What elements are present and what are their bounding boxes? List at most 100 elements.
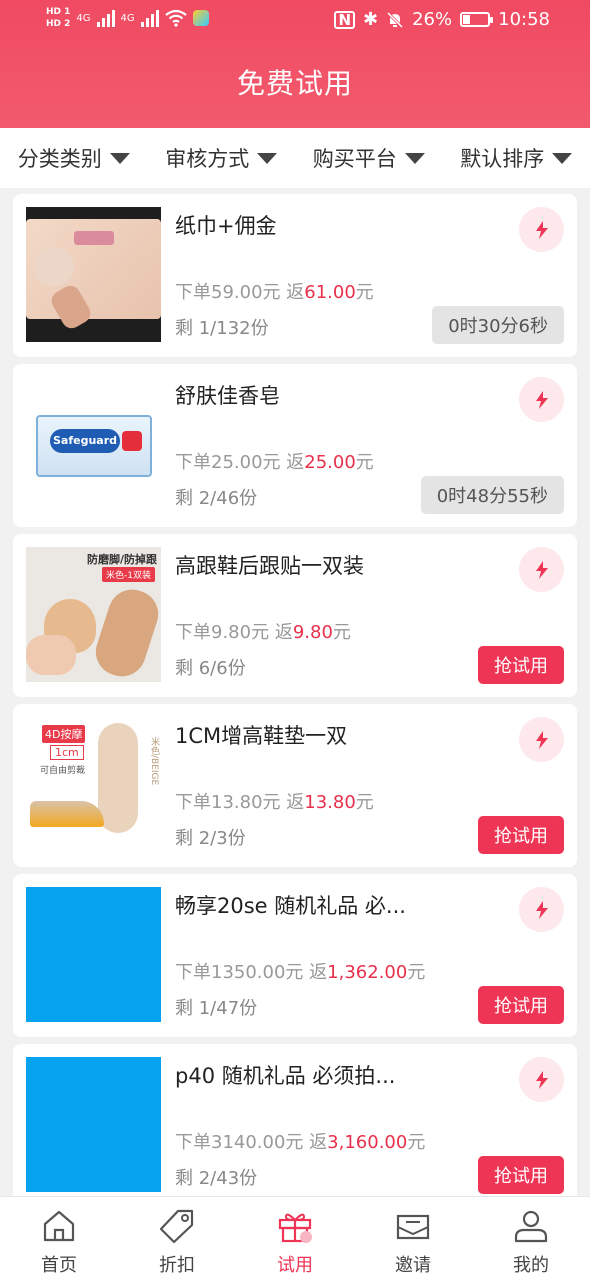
user-icon	[514, 1210, 548, 1243]
price-line: 下单9.80元 返9.80元	[175, 618, 351, 644]
rebate-label: 返	[286, 792, 305, 813]
product-card[interactable]: 纸巾+佣金 下单59.00元 返61.00元 剩 1/132份 0时30分6秒	[13, 194, 577, 357]
soap-brand: Safeguard	[50, 429, 120, 453]
product-image-soap: Safeguard	[26, 377, 161, 512]
signal-icon	[96, 9, 115, 27]
flash-icon[interactable]	[519, 1057, 564, 1102]
insole-size: 1cm	[50, 745, 84, 760]
rebate-unit: 元	[355, 282, 374, 303]
nav-invite[interactable]: 邀请	[354, 1197, 472, 1278]
rebate-value: 1,362.00	[327, 962, 408, 983]
grab-trial-button[interactable]: 抢试用	[478, 1156, 564, 1194]
order-price: 13.80元	[211, 792, 281, 813]
rebate-unit: 元	[355, 452, 374, 473]
product-image-tissue	[26, 207, 161, 342]
product-card[interactable]: 防磨脚/防掉跟 米色-1双装 高跟鞋后跟贴一双装 下单9.80元 返9.80元 …	[13, 534, 577, 697]
grab-trial-button[interactable]: 抢试用	[478, 986, 564, 1024]
filter-sort[interactable]: 默认排序	[443, 143, 590, 173]
home-icon	[43, 1210, 75, 1242]
battery-percent: 26%	[412, 9, 453, 30]
flash-icon[interactable]	[519, 887, 564, 932]
product-card[interactable]: Safeguard 舒肤佳香皂 下单25.00元 返25.00元 剩 2/46份…	[13, 364, 577, 527]
grab-trial-button[interactable]: 抢试用	[478, 646, 564, 684]
rebate-label: 返	[309, 1132, 328, 1153]
caret-down-icon	[109, 152, 130, 164]
rebate-value: 13.80	[304, 792, 356, 813]
product-card[interactable]: p40 随机礼品 必须拍... 下单3140.00元 返3,160.00元 剩 …	[13, 1044, 577, 1207]
filter-label: 审核方式	[165, 147, 250, 171]
filter-category[interactable]: 分类类别	[0, 143, 148, 173]
product-name: 畅享20se 随机礼品 必...	[175, 894, 406, 918]
price-line: 下单25.00元 返25.00元	[175, 448, 374, 474]
flash-icon[interactable]	[519, 207, 564, 252]
nfc-icon: N	[334, 10, 356, 29]
order-label: 下单	[175, 792, 211, 813]
remaining-count: 剩 6/6份	[175, 658, 246, 679]
product-image-heel-pads: 防磨脚/防掉跟 米色-1双装	[26, 547, 161, 682]
grab-trial-button[interactable]: 抢试用	[478, 816, 564, 854]
status-bar: HD 1 HD 2 4G 4G N ✱ 26% 10:58	[0, 0, 590, 44]
wifi-icon	[164, 9, 187, 27]
rebate-value: 9.80	[292, 622, 333, 643]
caret-down-icon	[552, 152, 573, 164]
product-name: p40 随机礼品 必须拍...	[175, 1064, 396, 1088]
order-price: 9.80元	[211, 622, 270, 643]
remaining-count: 剩 1/132份	[175, 318, 269, 339]
insole-side-label: 米色/BEIGE	[149, 737, 159, 786]
remaining-count: 剩 2/43份	[175, 1168, 258, 1189]
network-type-2: 4G	[120, 12, 135, 24]
order-label: 下单	[175, 622, 211, 643]
network-type-1: 4G	[76, 12, 91, 24]
signal-icon-2	[140, 9, 159, 27]
nav-label: 首页	[41, 1255, 77, 1276]
nav-home[interactable]: 首页	[0, 1197, 118, 1278]
product-name: 1CM增高鞋垫一双	[175, 724, 348, 748]
nav-discount[interactable]: 折扣	[118, 1197, 236, 1278]
rebate-label: 返	[286, 282, 305, 303]
product-image-insole: 4D按摩 1cm 可自由剪裁 米色/BEIGE	[26, 717, 161, 852]
nav-mine[interactable]: 我的	[472, 1197, 590, 1278]
remaining-count: 剩 2/46份	[175, 488, 258, 509]
price-line: 下单3140.00元 返3,160.00元	[175, 1128, 425, 1154]
product-card[interactable]: 畅享20se 随机礼品 必... 下单1350.00元 返1,362.00元 剩…	[13, 874, 577, 1037]
countdown-timer: 0时30分6秒	[432, 306, 564, 344]
nav-label: 我的	[513, 1255, 549, 1276]
product-image-placeholder	[26, 1057, 161, 1192]
flash-icon[interactable]	[519, 717, 564, 762]
filter-bar: 分类类别 审核方式 购买平台 默认排序	[0, 128, 590, 188]
flash-icon[interactable]	[519, 547, 564, 592]
mail-icon	[396, 1214, 430, 1240]
remaining-count: 剩 1/47份	[175, 998, 258, 1019]
clock: 10:58	[498, 9, 550, 30]
filter-label: 购买平台	[312, 147, 397, 171]
order-price: 3140.00元	[211, 1132, 304, 1153]
bottom-nav: 首页 折扣 试用 邀请 我的	[0, 1196, 590, 1278]
tag-icon	[159, 1209, 194, 1244]
remaining-count: 剩 2/3份	[175, 828, 246, 849]
rebate-label: 返	[309, 962, 328, 983]
product-image-placeholder	[26, 887, 161, 1022]
page-title: 免费试用	[236, 67, 353, 100]
price-line: 下单13.80元 返13.80元	[175, 788, 374, 814]
product-card[interactable]: 4D按摩 1cm 可自由剪裁 米色/BEIGE 1CM增高鞋垫一双 下单13.8…	[13, 704, 577, 867]
caret-down-icon	[257, 152, 278, 164]
order-label: 下单	[175, 452, 211, 473]
rebate-unit: 元	[332, 622, 351, 643]
flash-icon[interactable]	[519, 377, 564, 422]
price-line: 下单1350.00元 返1,362.00元	[175, 958, 425, 984]
product-name: 纸巾+佣金	[175, 214, 277, 238]
nav-label: 折扣	[159, 1255, 195, 1276]
order-label: 下单	[175, 282, 211, 303]
heel-sub: 米色-1双装	[102, 567, 155, 582]
insole-tag: 4D按摩	[42, 725, 86, 743]
heel-banner: 防磨脚/防掉跟	[86, 553, 157, 566]
hd-indicator: HD 1 HD 2	[46, 6, 70, 30]
rebate-label: 返	[274, 622, 293, 643]
filter-platform[interactable]: 购买平台	[295, 143, 443, 173]
nav-trial[interactable]: 试用	[236, 1197, 354, 1278]
filter-review-method[interactable]: 审核方式	[148, 143, 296, 173]
mute-bell-icon	[387, 11, 404, 28]
filter-label: 分类类别	[17, 147, 102, 171]
product-list: 纸巾+佣金 下单59.00元 返61.00元 剩 1/132份 0时30分6秒 …	[13, 194, 577, 1214]
rebate-unit: 元	[355, 792, 374, 813]
